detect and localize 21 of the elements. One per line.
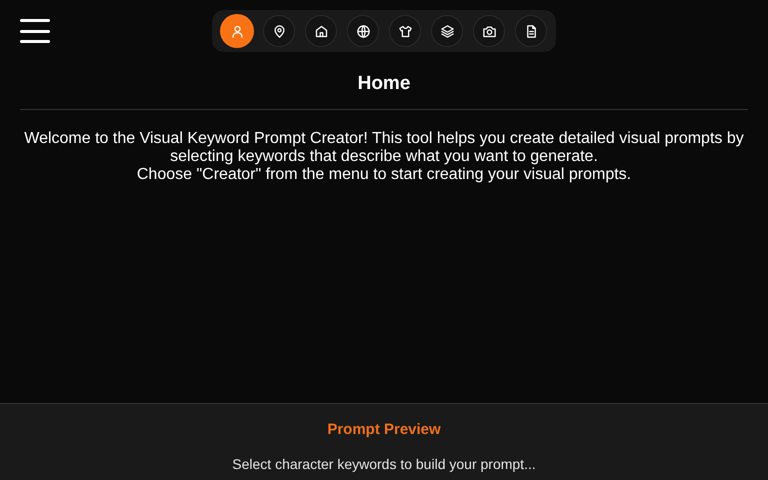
menu-button[interactable] bbox=[20, 18, 50, 44]
tab[interactable] bbox=[431, 15, 463, 47]
shirt-icon bbox=[398, 24, 412, 38]
tab[interactable] bbox=[305, 15, 337, 47]
intro-text: Welcome to the Visual Keyword Prompt Creator! This tool helps you create detailed visual prompts by selecting keywords that describe what you want to generate. bbox=[23, 130, 745, 166]
tab[interactable] bbox=[347, 15, 379, 47]
tab[interactable] bbox=[473, 15, 505, 47]
home-icon bbox=[314, 24, 328, 38]
tab[interactable] bbox=[263, 15, 295, 47]
globe-icon bbox=[356, 24, 370, 38]
layers-icon bbox=[440, 24, 454, 38]
camera-icon bbox=[482, 24, 496, 38]
tab[interactable] bbox=[220, 14, 254, 48]
pin-icon bbox=[272, 24, 286, 38]
preview-title: Prompt Preview bbox=[327, 420, 441, 440]
hint-text: Choose "Creator" from the menu to start creating your visual prompts. bbox=[136, 166, 632, 184]
tab[interactable] bbox=[515, 15, 547, 47]
person-icon bbox=[230, 24, 244, 38]
preview-text: Select character keywords to build your prompt... bbox=[232, 454, 536, 474]
tab[interactable] bbox=[389, 15, 421, 47]
page-title: Home bbox=[356, 72, 412, 96]
